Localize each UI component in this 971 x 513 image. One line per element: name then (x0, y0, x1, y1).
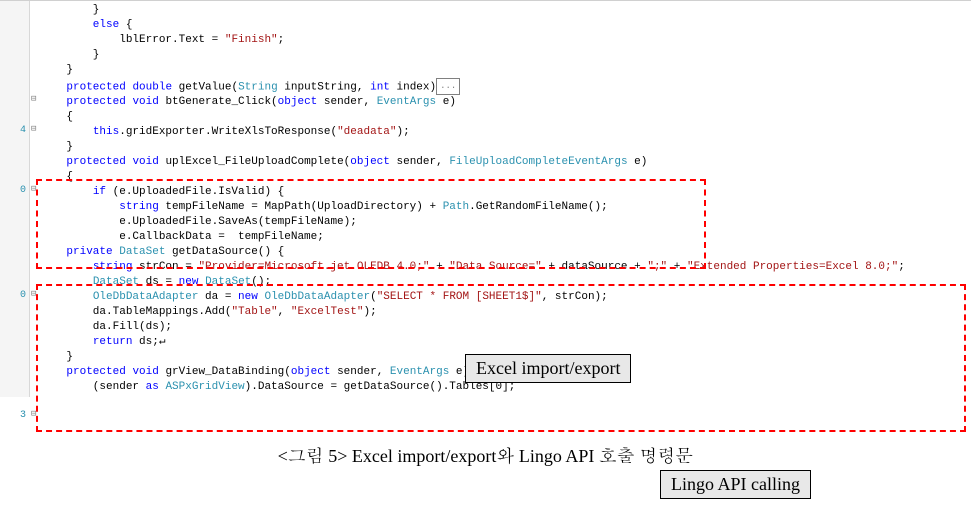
code-line: } (40, 48, 971, 63)
label-excel-import-export: Excel import/export (465, 354, 631, 383)
code-line: } (40, 140, 971, 155)
code-line: { (40, 110, 971, 125)
code-line: else { (40, 18, 971, 33)
gutter-number: 4 (0, 123, 26, 138)
figure-caption: <그림 5> Excel import/export와 Lingo API 호출… (0, 443, 971, 468)
code-line: lblError.Text = "Finish"; (40, 33, 971, 48)
code-line: protected void uplExcel_FileUploadComple… (40, 155, 971, 170)
gutter-number: 0 (0, 288, 26, 303)
collapse-icon[interactable]: ⊟ (31, 95, 39, 103)
code-line: this.gridExporter.WriteXlsToResponse("de… (40, 125, 971, 140)
code-line: } (40, 63, 971, 78)
collapsed-region[interactable]: ... (436, 78, 460, 95)
gutter-number: 0 (0, 183, 26, 198)
gutter-number: 3 (0, 408, 26, 423)
gutter: 4 0 0 3 (0, 1, 30, 397)
code-line: } (40, 3, 971, 18)
code-line: protected void btGenerate_Click(object s… (40, 95, 971, 110)
label-lingo-api: Lingo API calling (660, 470, 811, 499)
code-line: protected double getValue(String inputSt… (40, 78, 971, 95)
highlight-box-upload (36, 179, 706, 269)
collapse-icon[interactable]: ⊟ (31, 125, 39, 133)
